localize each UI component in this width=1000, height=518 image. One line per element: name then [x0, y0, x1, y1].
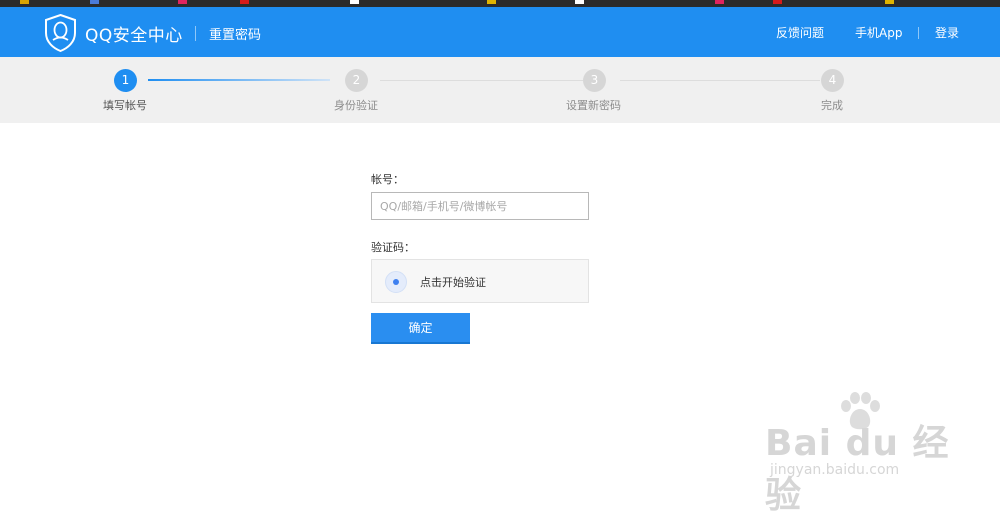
nav-feedback-link[interactable]: 反馈问题: [776, 24, 824, 41]
account-input[interactable]: [371, 192, 589, 220]
step-2-label: 身份验证: [334, 99, 378, 112]
step-3-circle: 3: [583, 69, 606, 92]
browser-top-strip: [0, 0, 1000, 7]
page-subtitle: 重置密码: [209, 28, 262, 43]
nav-mobile-app-link[interactable]: 手机App: [855, 24, 902, 41]
captcha-verify-button[interactable]: 点击开始验证: [371, 259, 589, 303]
step-connector-2: [380, 80, 583, 81]
watermark-url: jingyan.baidu.com: [770, 462, 900, 478]
captcha-radio-icon: [385, 271, 407, 293]
step-connector-1: [148, 79, 330, 81]
nav-separator: [918, 27, 919, 39]
captcha-text: 点击开始验证: [420, 276, 486, 289]
progress-steps: 1 填写帐号 2 身份验证 3 设置新密码 4 完成: [0, 57, 1000, 123]
qq-shield-logo-icon: [45, 14, 76, 52]
step-connector-3: [620, 80, 820, 81]
step-1-label: 填写帐号: [103, 99, 147, 112]
brand-title[interactable]: QQ安全中心: [85, 21, 183, 46]
account-label: 帐号：: [371, 173, 404, 186]
site-header: QQ安全中心 重置密码 反馈问题 手机App 登录: [0, 7, 1000, 57]
header-divider: [195, 26, 196, 41]
nav-login-link[interactable]: 登录: [935, 24, 959, 41]
step-4-label: 完成: [821, 99, 843, 112]
step-4-circle: 4: [821, 69, 844, 92]
baidu-jingyan-watermark: Bai du 经验 jingyan.baidu.com: [765, 392, 965, 516]
captcha-label: 验证码：: [371, 241, 415, 254]
submit-button[interactable]: 确定: [371, 313, 470, 344]
step-3-label: 设置新密码: [566, 99, 621, 112]
step-1-circle: 1: [114, 69, 137, 92]
step-2-circle: 2: [345, 69, 368, 92]
